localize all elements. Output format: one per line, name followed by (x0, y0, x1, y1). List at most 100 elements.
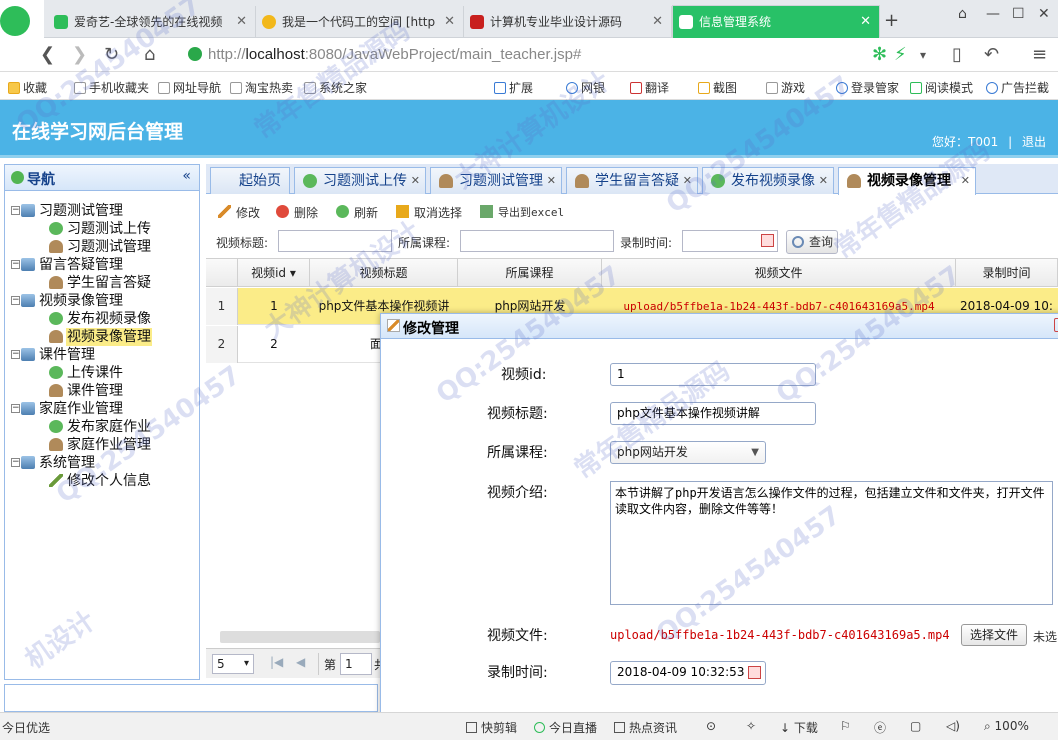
flag-icon[interactable]: ⚐ (840, 719, 851, 733)
nav-item[interactable]: 家庭作业管理 (5, 436, 199, 454)
logout-link[interactable]: 退出 (1022, 135, 1046, 149)
nav-group[interactable]: − 家庭作业管理 (5, 400, 199, 418)
tools-icon[interactable]: ✧ (746, 719, 756, 733)
status-zoom[interactable]: ⌕ 100% (984, 719, 1029, 734)
status-clip[interactable]: 快剪辑 (466, 719, 517, 736)
bookmark-bank[interactable]: 网银 (566, 79, 605, 96)
bookmark-games[interactable]: 游戏 (766, 79, 805, 96)
close-icon[interactable] (1054, 318, 1058, 332)
close-icon[interactable]: ✕ (444, 6, 455, 38)
page-number-input[interactable]: 1 (340, 653, 372, 675)
bookmark-adblock[interactable]: 广告拦截 (986, 79, 1049, 96)
browser-icon[interactable]: ⓔ (874, 719, 886, 736)
volume-icon[interactable]: ◁) (946, 719, 960, 733)
nav-item[interactable]: 发布家庭作业 (5, 418, 199, 436)
nav-item[interactable]: 习题测试上传 (5, 220, 199, 238)
refresh-button[interactable]: 刷新 (336, 204, 378, 221)
close-icon[interactable]: ✕ (547, 168, 556, 194)
edit-button[interactable]: 修改 (218, 204, 260, 221)
record-time-input[interactable]: 2018-04-09 10:32:53 (610, 661, 766, 685)
choose-file-button[interactable]: 选择文件 (961, 624, 1027, 646)
cancel-select-button[interactable]: 取消选择 (396, 204, 462, 221)
maximize-icon[interactable]: ☐ (1012, 6, 1025, 22)
address-bar[interactable]: http://localhost:8080/JavaWebProject/mai… (180, 42, 940, 68)
search-title-input[interactable] (278, 230, 392, 252)
browser-tab-info-system[interactable]: 信息管理系统 ✕ (672, 5, 880, 39)
speed-icon[interactable]: ✻ (872, 44, 887, 65)
bookmark-mobile[interactable]: 手机收藏夹 (74, 79, 149, 96)
nav-item[interactable]: 视频录像管理 (5, 328, 199, 346)
close-window-icon[interactable]: ✕ (1038, 6, 1050, 22)
column-header-title[interactable]: 视频标题 (310, 259, 458, 287)
browser-tab-blog[interactable]: 我是一个代码工的空间 [http ✕ (256, 6, 464, 38)
nav-item[interactable]: 习题测试管理 (5, 238, 199, 256)
tab-exercise-upload[interactable]: 习题测试上传 ✕ (294, 167, 426, 194)
back-icon[interactable]: ❮ (40, 44, 55, 65)
nav-group[interactable]: − 课件管理 (5, 346, 199, 364)
close-icon[interactable]: ✕ (236, 6, 247, 38)
bookmark-reader[interactable]: 阅读模式 (910, 79, 973, 96)
tab-publish-video[interactable]: 发布视频录像 ✕ (702, 167, 834, 194)
close-icon[interactable]: ✕ (652, 6, 663, 38)
nav-group[interactable]: − 习题测试管理 (5, 202, 199, 220)
bookmark-nav[interactable]: 网址导航 (158, 79, 221, 96)
calendar-icon[interactable] (748, 666, 761, 679)
speed-icon[interactable]: ⊙ (706, 719, 716, 733)
nav-item[interactable]: 课件管理 (5, 382, 199, 400)
nav-item[interactable]: 发布视频录像 (5, 310, 199, 328)
status-download[interactable]: ↓ 下载 (780, 719, 818, 736)
collapse-toggle-icon[interactable]: − (11, 206, 20, 215)
status-live[interactable]: 今日直播 (534, 719, 597, 736)
video-title-field[interactable]: php文件基本操作视频讲解 (610, 402, 816, 425)
skin-icon[interactable]: ⌂ (958, 6, 967, 22)
collapse-toggle-icon[interactable]: − (11, 350, 20, 359)
bookmark-translate[interactable]: 翻译 (630, 79, 669, 96)
home-icon[interactable]: ⌂ (144, 44, 155, 65)
close-icon[interactable]: ✕ (961, 168, 970, 194)
close-icon[interactable]: ✕ (411, 168, 420, 194)
collapse-toggle-icon[interactable]: − (11, 260, 20, 269)
forward-icon[interactable]: ❯ (72, 44, 87, 65)
bookmark-system[interactable]: 系统之家 (304, 79, 367, 96)
column-header-course[interactable]: 所属课程 (458, 259, 602, 287)
close-icon[interactable]: ✕ (683, 168, 692, 194)
first-page-icon[interactable]: |◀ (270, 655, 283, 669)
chevron-down-icon[interactable]: ▾ (920, 48, 926, 62)
nav-group[interactable]: − 系统管理 (5, 454, 199, 472)
export-button[interactable]: 导出到excel (480, 204, 564, 220)
new-tab-button[interactable]: + (884, 10, 899, 31)
browser-tab-iqiyi[interactable]: 爱奇艺-全球领先的在线视频 ✕ (48, 6, 256, 38)
status-news[interactable]: 热点资讯 (614, 719, 677, 736)
window-icon[interactable]: ▢ (910, 719, 921, 733)
reload-icon[interactable]: ↻ (104, 44, 119, 65)
close-icon[interactable]: ✕ (860, 6, 871, 38)
collapse-toggle-icon[interactable]: − (11, 404, 20, 413)
status-daily-pick[interactable]: 今日优选 (2, 719, 50, 736)
lightning-icon[interactable]: ⚡ (894, 44, 907, 65)
nav-item[interactable]: 修改个人信息 (5, 472, 199, 490)
collapse-toggle-icon[interactable]: − (11, 296, 20, 305)
collapse-icon[interactable]: « (182, 168, 191, 184)
nav-item[interactable]: 上传课件 (5, 364, 199, 382)
bookmark-taobao[interactable]: 淘宝热卖 (230, 79, 293, 96)
nav-group[interactable]: − 视频录像管理 (5, 292, 199, 310)
tab-video-manage[interactable]: 视频录像管理 ✕ (838, 167, 976, 195)
intro-textarea[interactable]: 本节讲解了php开发语言怎么操作文件的过程，包括建立文件和文件夹，打开文件读取文… (610, 481, 1053, 605)
minimize-icon[interactable]: — (986, 6, 1000, 22)
delete-button[interactable]: 删除 (276, 204, 318, 221)
column-header-file[interactable]: 视频文件 (602, 259, 956, 287)
column-header-id[interactable]: 视频id ▾ (238, 259, 310, 287)
calendar-icon[interactable] (761, 234, 774, 247)
bookmark-login[interactable]: 登录管家 (836, 79, 899, 96)
tab-home[interactable]: 起始页 (210, 167, 290, 194)
nav-group[interactable]: − 留言答疑管理 (5, 256, 199, 274)
tab-exercise-manage[interactable]: 习题测试管理 ✕ (430, 167, 562, 194)
course-select[interactable]: php网站开发 ▼ (610, 441, 766, 464)
browser-tab-source[interactable]: 计算机专业毕业设计源码 ✕ (464, 6, 672, 38)
video-id-field[interactable]: 1 (610, 363, 816, 386)
column-header-time[interactable]: 录制时间 (956, 259, 1058, 287)
menu-icon[interactable]: ≡ (1032, 44, 1047, 65)
bookmark-extensions[interactable]: 扩展 (494, 79, 533, 96)
nav-item[interactable]: 学生留言答疑 (5, 274, 199, 292)
bookmark-favorites[interactable]: 收藏 (8, 79, 47, 96)
